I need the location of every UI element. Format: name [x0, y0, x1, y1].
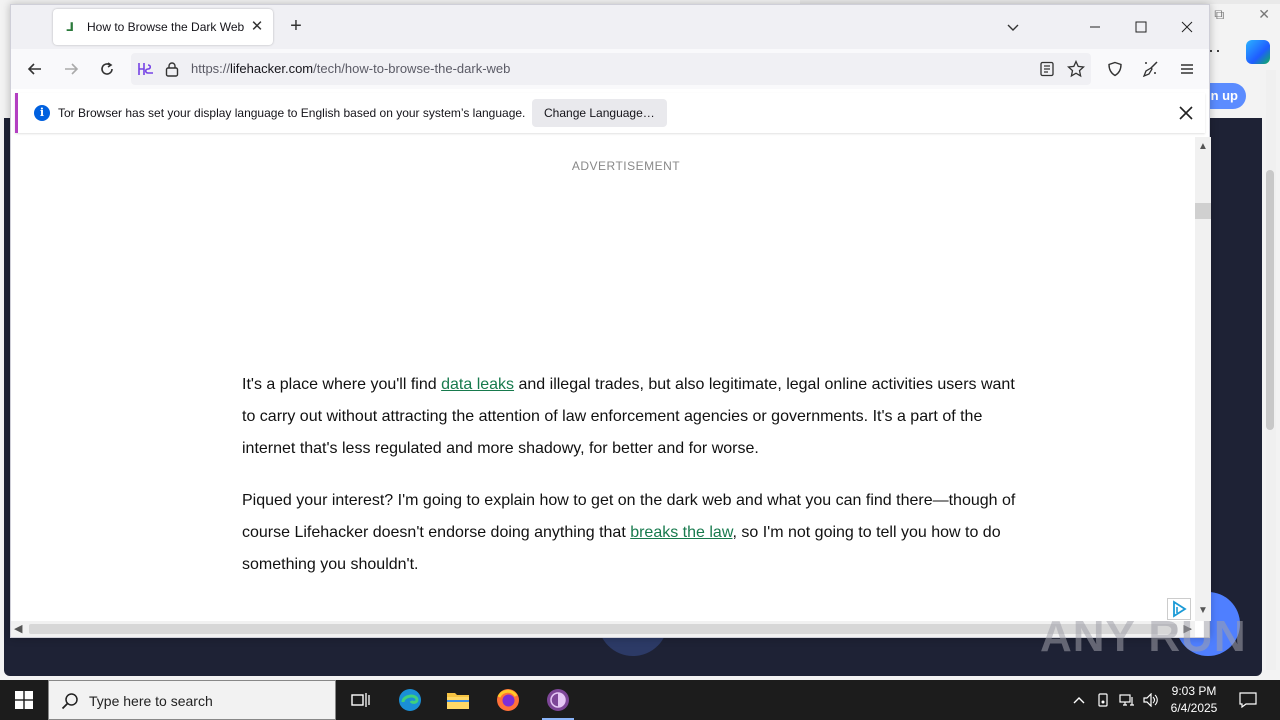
background-window-controls: ⧉ ✕ [1214, 6, 1270, 23]
language-notification-bar: i Tor Browser has set your display langu… [15, 93, 1205, 133]
task-view-icon[interactable] [336, 680, 384, 720]
search-placeholder: Type here to search [89, 693, 213, 709]
new-tab-icon[interactable]: + [287, 16, 305, 36]
menu-hamburger-icon[interactable] [1177, 59, 1197, 79]
tor-circuit-icon[interactable] [137, 61, 155, 77]
vertical-scrollbar-thumb[interactable] [1195, 203, 1211, 219]
show-hidden-icons-chevron-icon[interactable] [1068, 680, 1090, 720]
notification-message: Tor Browser has set your display languag… [58, 106, 526, 120]
horizontal-scrollbar[interactable]: ◀ ▶ [11, 621, 1195, 637]
article-body: It's a place where you'll find data leak… [242, 369, 1022, 601]
close-window-icon[interactable] [1177, 17, 1197, 37]
tab-close-icon[interactable]: ✕ [249, 19, 265, 35]
tab-strip: ⅃ How to Browse the Dark Web ✕ + [11, 5, 1209, 49]
advertisement-label: ADVERTISEMENT [571, 159, 681, 173]
vertical-scrollbar[interactable]: ▲ ▼ [1195, 137, 1211, 621]
search-icon [61, 692, 79, 710]
bookmark-star-icon[interactable] [1066, 59, 1086, 78]
url-host: lifehacker.com [230, 61, 314, 76]
device-icon[interactable] [1092, 680, 1114, 720]
url-path: /tech/how-to-browse-the-dark-web [313, 61, 511, 76]
tab-title: How to Browse the Dark Web [87, 20, 245, 34]
scroll-left-icon[interactable]: ◀ [14, 622, 22, 635]
edge-browser-icon[interactable] [386, 680, 434, 720]
navigation-toolbar: https://lifehacker.com/tech/how-to-brows… [11, 49, 1209, 89]
shield-icon[interactable] [1105, 59, 1125, 79]
close-icon[interactable]: ✕ [1258, 6, 1270, 23]
copilot-icon[interactable] [1246, 40, 1270, 64]
network-icon[interactable] [1116, 680, 1138, 720]
background-scrollbar-thumb[interactable] [1266, 170, 1274, 430]
paragraph-text: It's a place where you'll find [242, 376, 442, 393]
horizontal-scrollbar-thumb[interactable] [29, 624, 1177, 634]
reload-icon[interactable] [97, 59, 117, 79]
chevron-down-icon[interactable] [1005, 19, 1021, 35]
notification-close-icon[interactable] [1176, 103, 1196, 123]
new-identity-broom-icon[interactable] [1141, 59, 1161, 79]
breaks-the-law-link[interactable]: breaks the law [630, 524, 732, 541]
lifehacker-favicon-icon: ⅃ [66, 20, 74, 34]
info-icon: i [34, 105, 50, 121]
clock-date: 6/4/2025 [1170, 701, 1218, 715]
reader-view-icon[interactable] [1039, 61, 1055, 77]
system-clock[interactable]: 9:03 PM 6/4/2025 [1160, 683, 1228, 717]
windows-start-icon[interactable] [0, 680, 48, 720]
clock-time: 9:03 PM [1171, 684, 1217, 698]
scroll-up-icon[interactable]: ▲ [1198, 141, 1208, 152]
browser-window: ⅃ How to Browse the Dark Web ✕ + https:/… [10, 4, 1211, 638]
taskbar: Type here to search 9:03 PM 6/4/2025 [0, 680, 1280, 720]
tab-active[interactable]: ⅃ How to Browse the Dark Web ✕ [53, 9, 273, 45]
url-text[interactable]: https://lifehacker.com/tech/how-to-brows… [191, 61, 510, 76]
taskbar-search-input[interactable]: Type here to search [48, 680, 336, 720]
volume-icon[interactable] [1140, 680, 1162, 720]
lock-icon[interactable] [165, 61, 179, 77]
url-scheme: https:// [191, 61, 231, 76]
minimize-icon[interactable] [1085, 17, 1105, 37]
tor-browser-icon[interactable] [534, 680, 582, 720]
article-paragraph: It's a place where you'll find data leak… [242, 369, 1022, 465]
forward-icon[interactable] [61, 59, 81, 79]
restore-icon[interactable]: ⧉ [1214, 6, 1224, 23]
page-content: ADVERTISEMENT It's a place where you'll … [11, 137, 1195, 621]
notifications-icon[interactable] [1232, 680, 1264, 720]
data-leaks-link[interactable]: data leaks [441, 376, 514, 393]
url-bar[interactable]: https://lifehacker.com/tech/how-to-brows… [131, 53, 1091, 85]
back-icon[interactable] [25, 59, 45, 79]
change-language-button[interactable]: Change Language… [532, 99, 667, 127]
anyrun-watermark: ANY RUN [1040, 612, 1247, 661]
article-paragraph: Piqued your interest? I'm going to expla… [242, 485, 1022, 581]
file-explorer-icon[interactable] [434, 680, 482, 720]
maximize-icon[interactable] [1131, 17, 1151, 37]
firefox-icon[interactable] [484, 680, 532, 720]
